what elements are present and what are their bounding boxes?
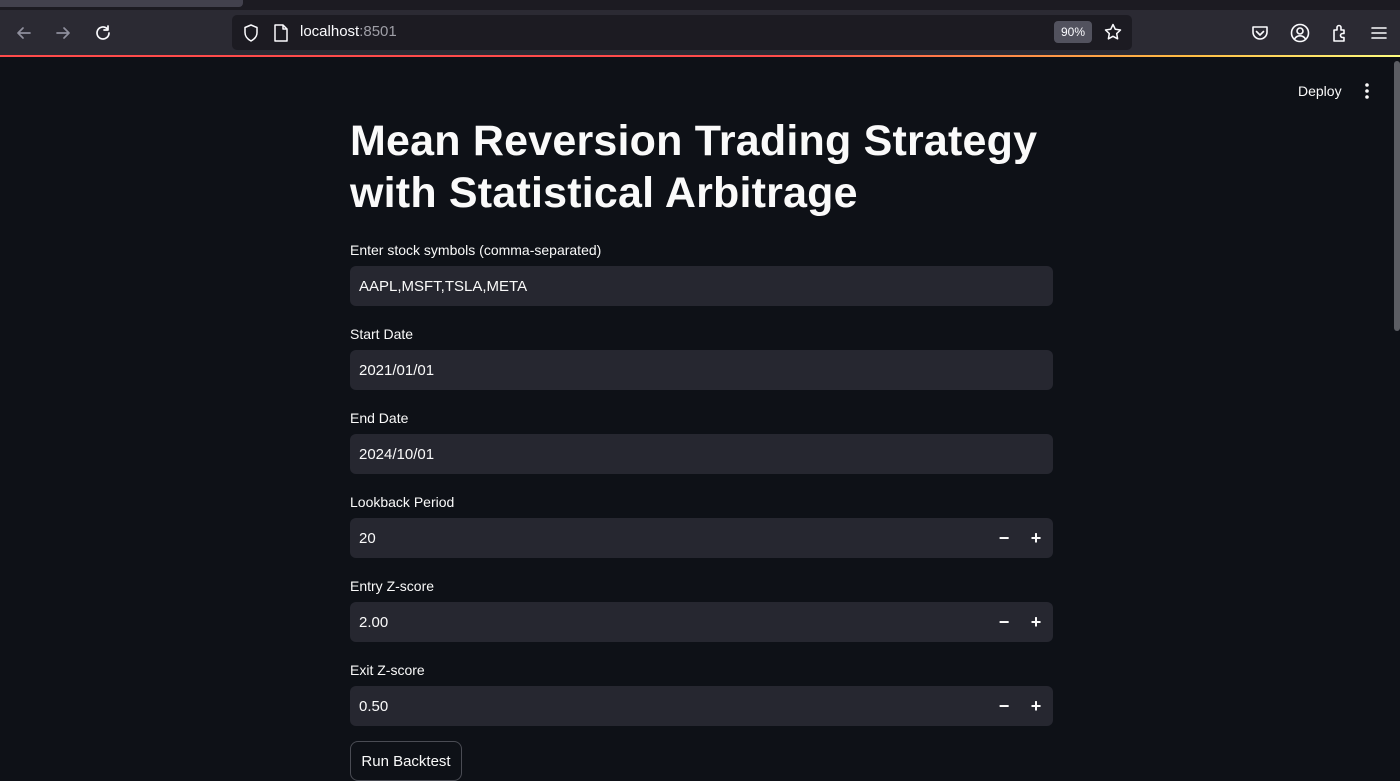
entry-zscore-value[interactable]: 2.00 <box>359 614 388 631</box>
lookback-decrement-button[interactable]: − <box>988 518 1020 558</box>
run-backtest-button[interactable]: Run Backtest <box>350 741 462 781</box>
forward-button[interactable] <box>49 19 77 47</box>
start-date-input[interactable]: 2021/01/01 <box>350 350 1053 390</box>
reload-button[interactable] <box>89 19 117 47</box>
start-date-label: Start Date <box>350 326 414 342</box>
tab-strip <box>0 0 1400 10</box>
account-icon[interactable] <box>1289 22 1311 44</box>
extensions-icon[interactable] <box>1329 22 1351 44</box>
exit-zscore-input[interactable]: 0.50 − + <box>350 686 1053 726</box>
lookback-period-value[interactable]: 20 <box>359 530 376 547</box>
exit-zscore-increment-button[interactable]: + <box>1020 686 1052 726</box>
star-icon[interactable] <box>1103 22 1123 42</box>
zoom-badge[interactable]: 90% <box>1054 21 1092 43</box>
active-tab[interactable] <box>0 0 243 7</box>
url-host: localhost <box>300 23 360 40</box>
browser-toolbar: localhost:8501 90% <box>0 10 1400 55</box>
entry-zscore-input[interactable]: 2.00 − + <box>350 602 1053 642</box>
scrollbar-thumb[interactable] <box>1394 61 1400 331</box>
lookback-period-input[interactable]: 20 − + <box>350 518 1053 558</box>
main-content: Mean Reversion Trading Strategy with Sta… <box>350 115 1053 726</box>
page-title-line-2: with Statistical Arbitrage <box>350 169 858 217</box>
end-date-label: End Date <box>350 410 409 426</box>
kebab-menu-icon[interactable] <box>1358 80 1376 102</box>
stock-symbols-label: Enter stock symbols (comma-separated) <box>350 242 602 258</box>
entry-zscore-decrement-button[interactable]: − <box>988 602 1020 642</box>
entry-zscore-field: Entry Z-score 2.00 − + <box>350 577 1053 642</box>
pocket-icon[interactable] <box>1249 22 1271 44</box>
lookback-increment-button[interactable]: + <box>1020 518 1052 558</box>
deploy-button[interactable]: Deploy <box>1290 80 1350 102</box>
page-icon[interactable] <box>272 23 290 43</box>
address-bar[interactable]: localhost:8501 90% <box>232 15 1132 50</box>
start-date-field: Start Date 2021/01/01 <box>350 325 1053 390</box>
exit-zscore-decrement-button[interactable]: − <box>988 686 1020 726</box>
url-port: :8501 <box>359 23 397 40</box>
shield-icon[interactable] <box>241 23 261 43</box>
stock-symbols-field: Enter stock symbols (comma-separated) AA… <box>350 241 1053 306</box>
lookback-period-label: Lookback Period <box>350 494 455 510</box>
page-title-line-1: Mean Reversion Trading Strategy <box>350 117 1038 165</box>
lookback-period-field: Lookback Period 20 − + <box>350 493 1053 558</box>
stock-symbols-input[interactable]: AAPL,MSFT,TSLA,META <box>350 266 1053 306</box>
entry-zscore-increment-button[interactable]: + <box>1020 602 1052 642</box>
reload-icon <box>96 25 110 40</box>
menu-icon[interactable] <box>1368 22 1390 44</box>
exit-zscore-label: Exit Z-score <box>350 662 425 678</box>
loading-progress-bar <box>0 55 1400 57</box>
url-text[interactable]: localhost:8501 <box>300 23 397 40</box>
page-title: Mean Reversion Trading Strategy with Sta… <box>350 115 1053 219</box>
arrow-right-icon <box>56 27 70 39</box>
exit-zscore-value[interactable]: 0.50 <box>359 698 388 715</box>
back-button[interactable] <box>10 19 38 47</box>
entry-zscore-label: Entry Z-score <box>350 578 435 594</box>
end-date-field: End Date 2024/10/01 <box>350 409 1053 474</box>
arrow-left-icon <box>17 27 31 39</box>
end-date-input[interactable]: 2024/10/01 <box>350 434 1053 474</box>
exit-zscore-field: Exit Z-score 0.50 − + <box>350 661 1053 726</box>
page-scrollbar[interactable] <box>1394 57 1400 780</box>
